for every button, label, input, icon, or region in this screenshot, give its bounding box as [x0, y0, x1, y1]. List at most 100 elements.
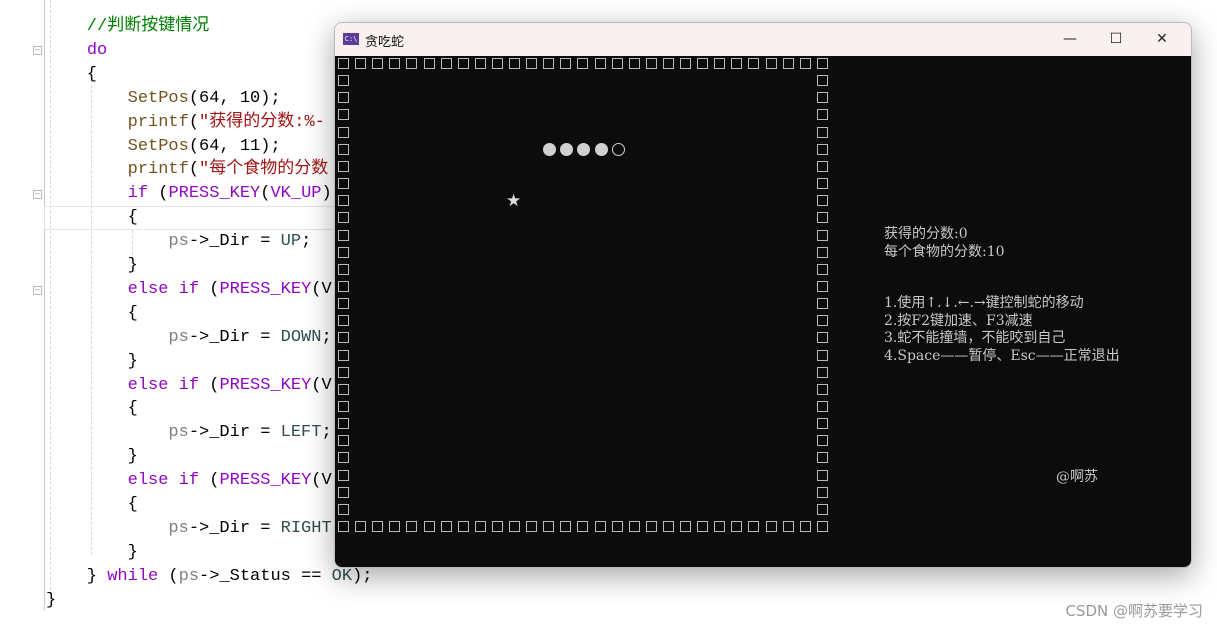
code-line[interactable]: { [46, 493, 138, 517]
code-line[interactable]: } [46, 541, 138, 565]
wall-block [338, 126, 349, 138]
wall-block [782, 521, 794, 533]
code-line[interactable]: ps->_Dir = LEFT; [46, 421, 332, 445]
maximize-button[interactable]: ☐ [1093, 23, 1139, 56]
snake-game-window[interactable]: C:\ 贪吃蛇 — ☐ ✕ ★ 获得的分数:0 每个食物的分数:10 1.使用↑… [334, 22, 1192, 568]
close-button[interactable]: ✕ [1139, 23, 1185, 56]
code-token: ( [188, 112, 200, 132]
code-token: (64, 11); [188, 136, 281, 156]
code-line[interactable]: if (PRESS_KEY(VK_UP) [46, 182, 332, 206]
code-token: { [46, 495, 138, 514]
fold-toggle[interactable]: − [33, 46, 42, 55]
fold-toggle[interactable]: − [33, 190, 42, 199]
wall-block [765, 58, 777, 69]
wall-block [338, 195, 349, 207]
wall-block [816, 58, 828, 69]
code-line[interactable]: { [46, 206, 138, 230]
code-line[interactable]: { [46, 302, 138, 326]
wall-block [816, 469, 828, 481]
code-line[interactable]: } [46, 589, 56, 613]
wall-block [338, 229, 349, 241]
wall-block [680, 521, 691, 533]
wall-block [457, 521, 469, 533]
code-token: ( [199, 471, 220, 491]
code-line[interactable]: { [46, 63, 97, 87]
code-token: else if [127, 471, 200, 491]
code-token: ->_Dir = [188, 518, 281, 538]
wall-block [816, 486, 828, 498]
code-line[interactable]: else if (PRESS_KEY(V [46, 469, 332, 493]
title-bar[interactable]: C:\ 贪吃蛇 — ☐ ✕ [335, 23, 1191, 56]
code-line[interactable]: SetPos(64, 11); [46, 135, 281, 159]
wall-block [577, 58, 589, 69]
code-token: } [46, 542, 138, 562]
code-token: ->_Dir = [188, 423, 281, 443]
code-line[interactable]: ps->_Dir = DOWN; [46, 326, 331, 350]
code-line[interactable]: printf("每个食物的分数 [46, 158, 329, 182]
wall-block [406, 521, 418, 533]
wall-block [560, 58, 572, 69]
code-line[interactable]: } while (ps->_Status == OK); [46, 565, 373, 589]
wall-block [338, 469, 349, 481]
help-line: 4.Space——暂停、Esc——正常退出 [884, 348, 1120, 364]
code-token: printf [127, 112, 189, 132]
wall-block [662, 58, 674, 69]
code-line[interactable]: } [46, 445, 138, 469]
code-token: printf [127, 160, 189, 180]
code-line[interactable]: do [46, 39, 107, 63]
code-token: if [127, 184, 149, 204]
code-token: VK_UP [270, 184, 322, 204]
wall-block [816, 315, 828, 327]
code-token: PRESS_KEY [168, 184, 261, 204]
wall-block [526, 521, 538, 533]
code-token: ); [352, 566, 373, 586]
wall-block [338, 452, 349, 464]
code-line[interactable]: //判断按键情况 [46, 15, 209, 39]
wall-block [816, 366, 828, 378]
wall-block [816, 143, 828, 155]
wall-block [474, 521, 486, 533]
food-score-text: 每个食物的分数:10 [884, 244, 1005, 260]
wall-block [338, 160, 349, 172]
code-line[interactable]: } [46, 254, 138, 278]
code-token: "获得的分数:%- [199, 112, 325, 132]
code-line[interactable]: { [46, 397, 138, 421]
code-token: ; [321, 423, 332, 443]
wall-block [816, 212, 828, 224]
code-token: ps [168, 327, 189, 347]
code-line[interactable]: else if (PRESS_KEY(V [46, 374, 332, 398]
score-text: 获得的分数:0 [884, 226, 968, 242]
wall-block [526, 58, 538, 69]
wall-block [765, 521, 777, 533]
code-token: "每个食物的分数 [199, 160, 329, 180]
wall-block [611, 521, 623, 533]
wall-block [816, 229, 828, 241]
minimize-button[interactable]: — [1047, 23, 1093, 56]
code-line[interactable]: ps->_Dir = RIGHT [46, 517, 331, 541]
wall-block [338, 435, 349, 447]
snake-body-segment [594, 143, 608, 156]
wall-block [816, 298, 828, 310]
code-token: } [46, 566, 108, 586]
code-token: ps [168, 232, 189, 252]
wall-block [816, 75, 828, 87]
help-line: 3.蛇不能撞墙，不能咬到自己 [884, 330, 1066, 346]
code-line[interactable]: else if (PRESS_KEY(V [46, 278, 332, 302]
wall-block [560, 521, 572, 533]
code-token: } [46, 447, 138, 467]
wall-block [697, 521, 709, 533]
code-line[interactable]: printf("获得的分数:%- [46, 111, 325, 135]
wall-block [816, 160, 828, 172]
author-text: @啊苏 [1056, 469, 1098, 485]
fold-toggle[interactable]: − [33, 286, 42, 295]
wall-block [338, 332, 349, 344]
code-line[interactable]: ps->_Dir = UP; [46, 230, 311, 254]
code-line[interactable]: } [46, 350, 138, 374]
code-line[interactable]: SetPos(64, 10); [46, 87, 281, 111]
code-token: (V [311, 375, 332, 395]
